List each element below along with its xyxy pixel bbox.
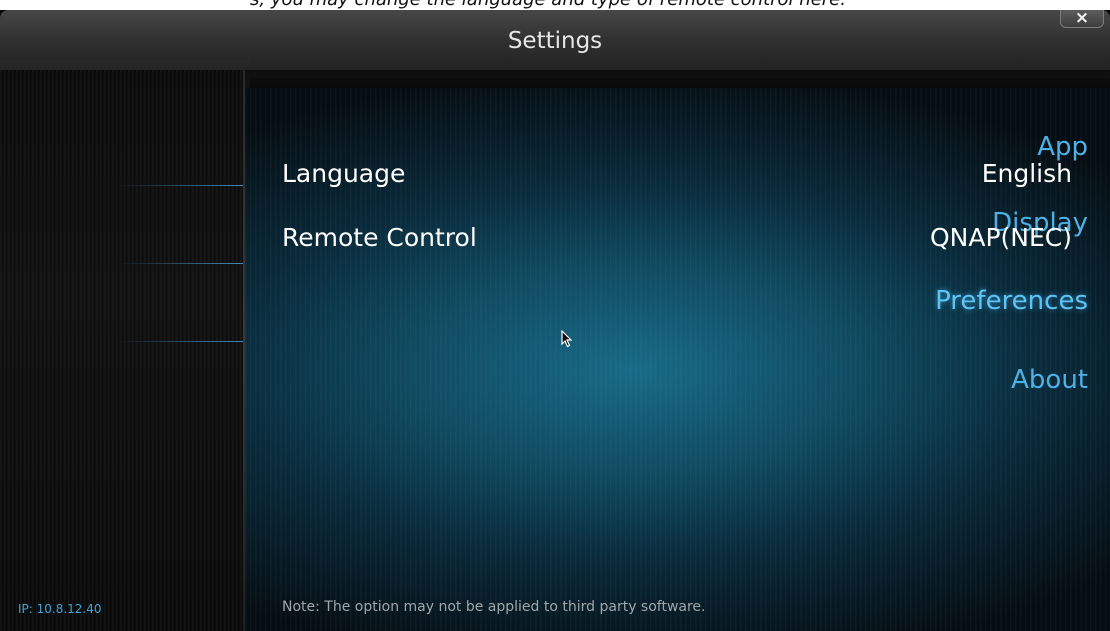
sidebar-item-preferences[interactable]: Preferences [935, 286, 1088, 316]
setting-row-language[interactable]: Language English [282, 159, 1072, 193]
screen: s, you may change the language and type … [0, 0, 1110, 631]
close-icon: × [1074, 10, 1090, 28]
settings-window: Settings × App Display Preferences About… [0, 10, 1110, 631]
sidebar-separator [118, 263, 243, 264]
title-bar: Settings [0, 10, 1110, 90]
setting-label: Language [282, 159, 406, 188]
top-partial-text: s, you may change the language and type … [250, 0, 846, 10]
window-title: Settings [507, 28, 603, 54]
mouse-pointer-icon [561, 330, 573, 348]
setting-row-remote-control[interactable]: Remote Control QNAP(NEC) [282, 223, 1072, 257]
sidebar-item-about[interactable]: About [1011, 365, 1088, 395]
ip-address-label: IP: 10.8.12.40 [18, 602, 102, 616]
sidebar [0, 70, 243, 631]
close-button[interactable]: × [1060, 10, 1104, 28]
sidebar-item-app[interactable]: App [1037, 132, 1088, 162]
setting-value[interactable]: English [982, 159, 1072, 188]
setting-label: Remote Control [282, 223, 477, 252]
setting-value[interactable]: QNAP(NEC) [930, 223, 1072, 252]
sidebar-separator [118, 341, 243, 342]
footer-note: Note: The option may not be applied to t… [282, 599, 706, 615]
sidebar-separator [118, 185, 243, 186]
